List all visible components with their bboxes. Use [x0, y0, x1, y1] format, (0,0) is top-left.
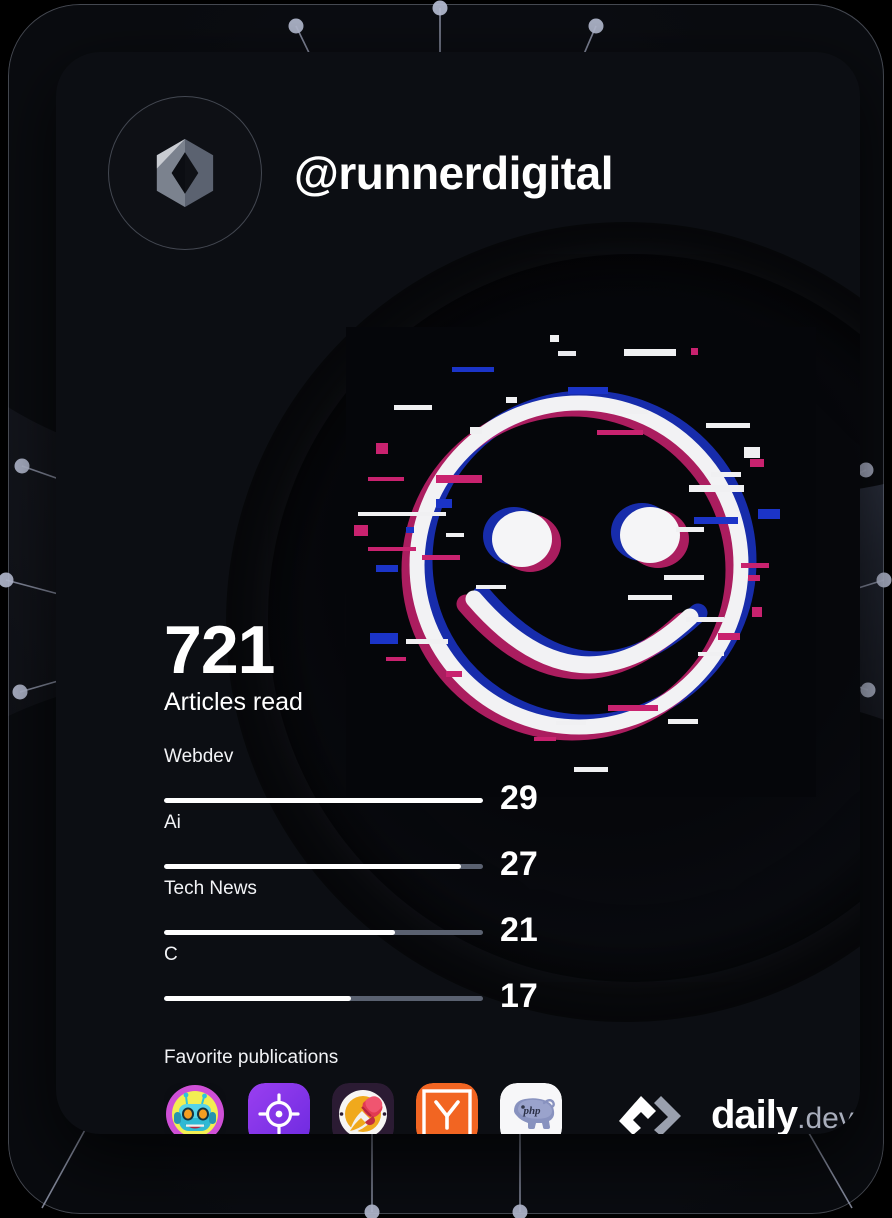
tag-progress-track [164, 863, 483, 869]
tag-progress-track [164, 797, 483, 803]
daily-dev-wordmark: daily .dev [711, 1095, 854, 1134]
articles-read-count: 721 [164, 612, 275, 688]
devcard-stage: @runnerdigital 721 Articles read Webdev … [0, 0, 892, 1218]
tag-row: Tech News 21 [164, 875, 538, 947]
favorite-publications-title: Favorite publications [164, 1047, 339, 1068]
tag-progress-fill [164, 863, 461, 869]
svg-text:php: php [522, 1105, 541, 1117]
tag-label: Ai [164, 811, 181, 833]
card-header: @runnerdigital [108, 96, 613, 250]
daily-dev-chevron-icon [618, 1094, 694, 1134]
brand-name: daily [711, 1093, 798, 1134]
php-publication-icon[interactable]: php [500, 1083, 562, 1134]
tag-label: Webdev [164, 745, 234, 767]
hexagon-logo-icon [148, 136, 222, 210]
articles-read-label: Articles read [164, 688, 303, 717]
devcard: @runnerdigital 721 Articles read Webdev … [56, 52, 860, 1134]
tag-label: C [164, 943, 178, 965]
favorite-publications-list: php [164, 1083, 562, 1134]
crosshair-publication-icon[interactable] [248, 1083, 310, 1134]
tag-label: Tech News [164, 877, 257, 899]
tag-row: Webdev 29 [164, 743, 538, 815]
tag-row: Ai 27 [164, 809, 538, 881]
tag-count: 27 [500, 844, 538, 883]
avatar [108, 96, 262, 250]
username: @runnerdigital [294, 147, 613, 199]
devcard-content: @runnerdigital 721 Articles read Webdev … [56, 52, 860, 1134]
top-tags-list: Webdev 29 Ai 27 Tech News 21 C 17 [164, 743, 538, 1013]
tag-count: 29 [500, 778, 538, 817]
tag-count: 21 [500, 910, 538, 949]
tag-progress-track [164, 929, 483, 935]
daily-dev-logo: daily .dev [618, 1094, 854, 1134]
robot-avatar-publication-icon[interactable] [164, 1083, 226, 1134]
brand-suffix: .dev [797, 1102, 854, 1134]
tag-progress-track [164, 995, 483, 1001]
stats-block: 721 Articles read Webdev 29 Ai 27 Tech N… [164, 612, 538, 1013]
favorite-publications-section: Favorite publications php [164, 1048, 562, 1134]
tag-progress-fill [164, 797, 483, 803]
tag-progress-fill [164, 995, 351, 1001]
boxing-rocket-publication-icon[interactable] [332, 1083, 394, 1134]
ycombinator-publication-icon[interactable] [416, 1083, 478, 1134]
tag-count: 17 [500, 976, 538, 1015]
tag-row: C 17 [164, 941, 538, 1013]
tag-progress-fill [164, 929, 395, 935]
